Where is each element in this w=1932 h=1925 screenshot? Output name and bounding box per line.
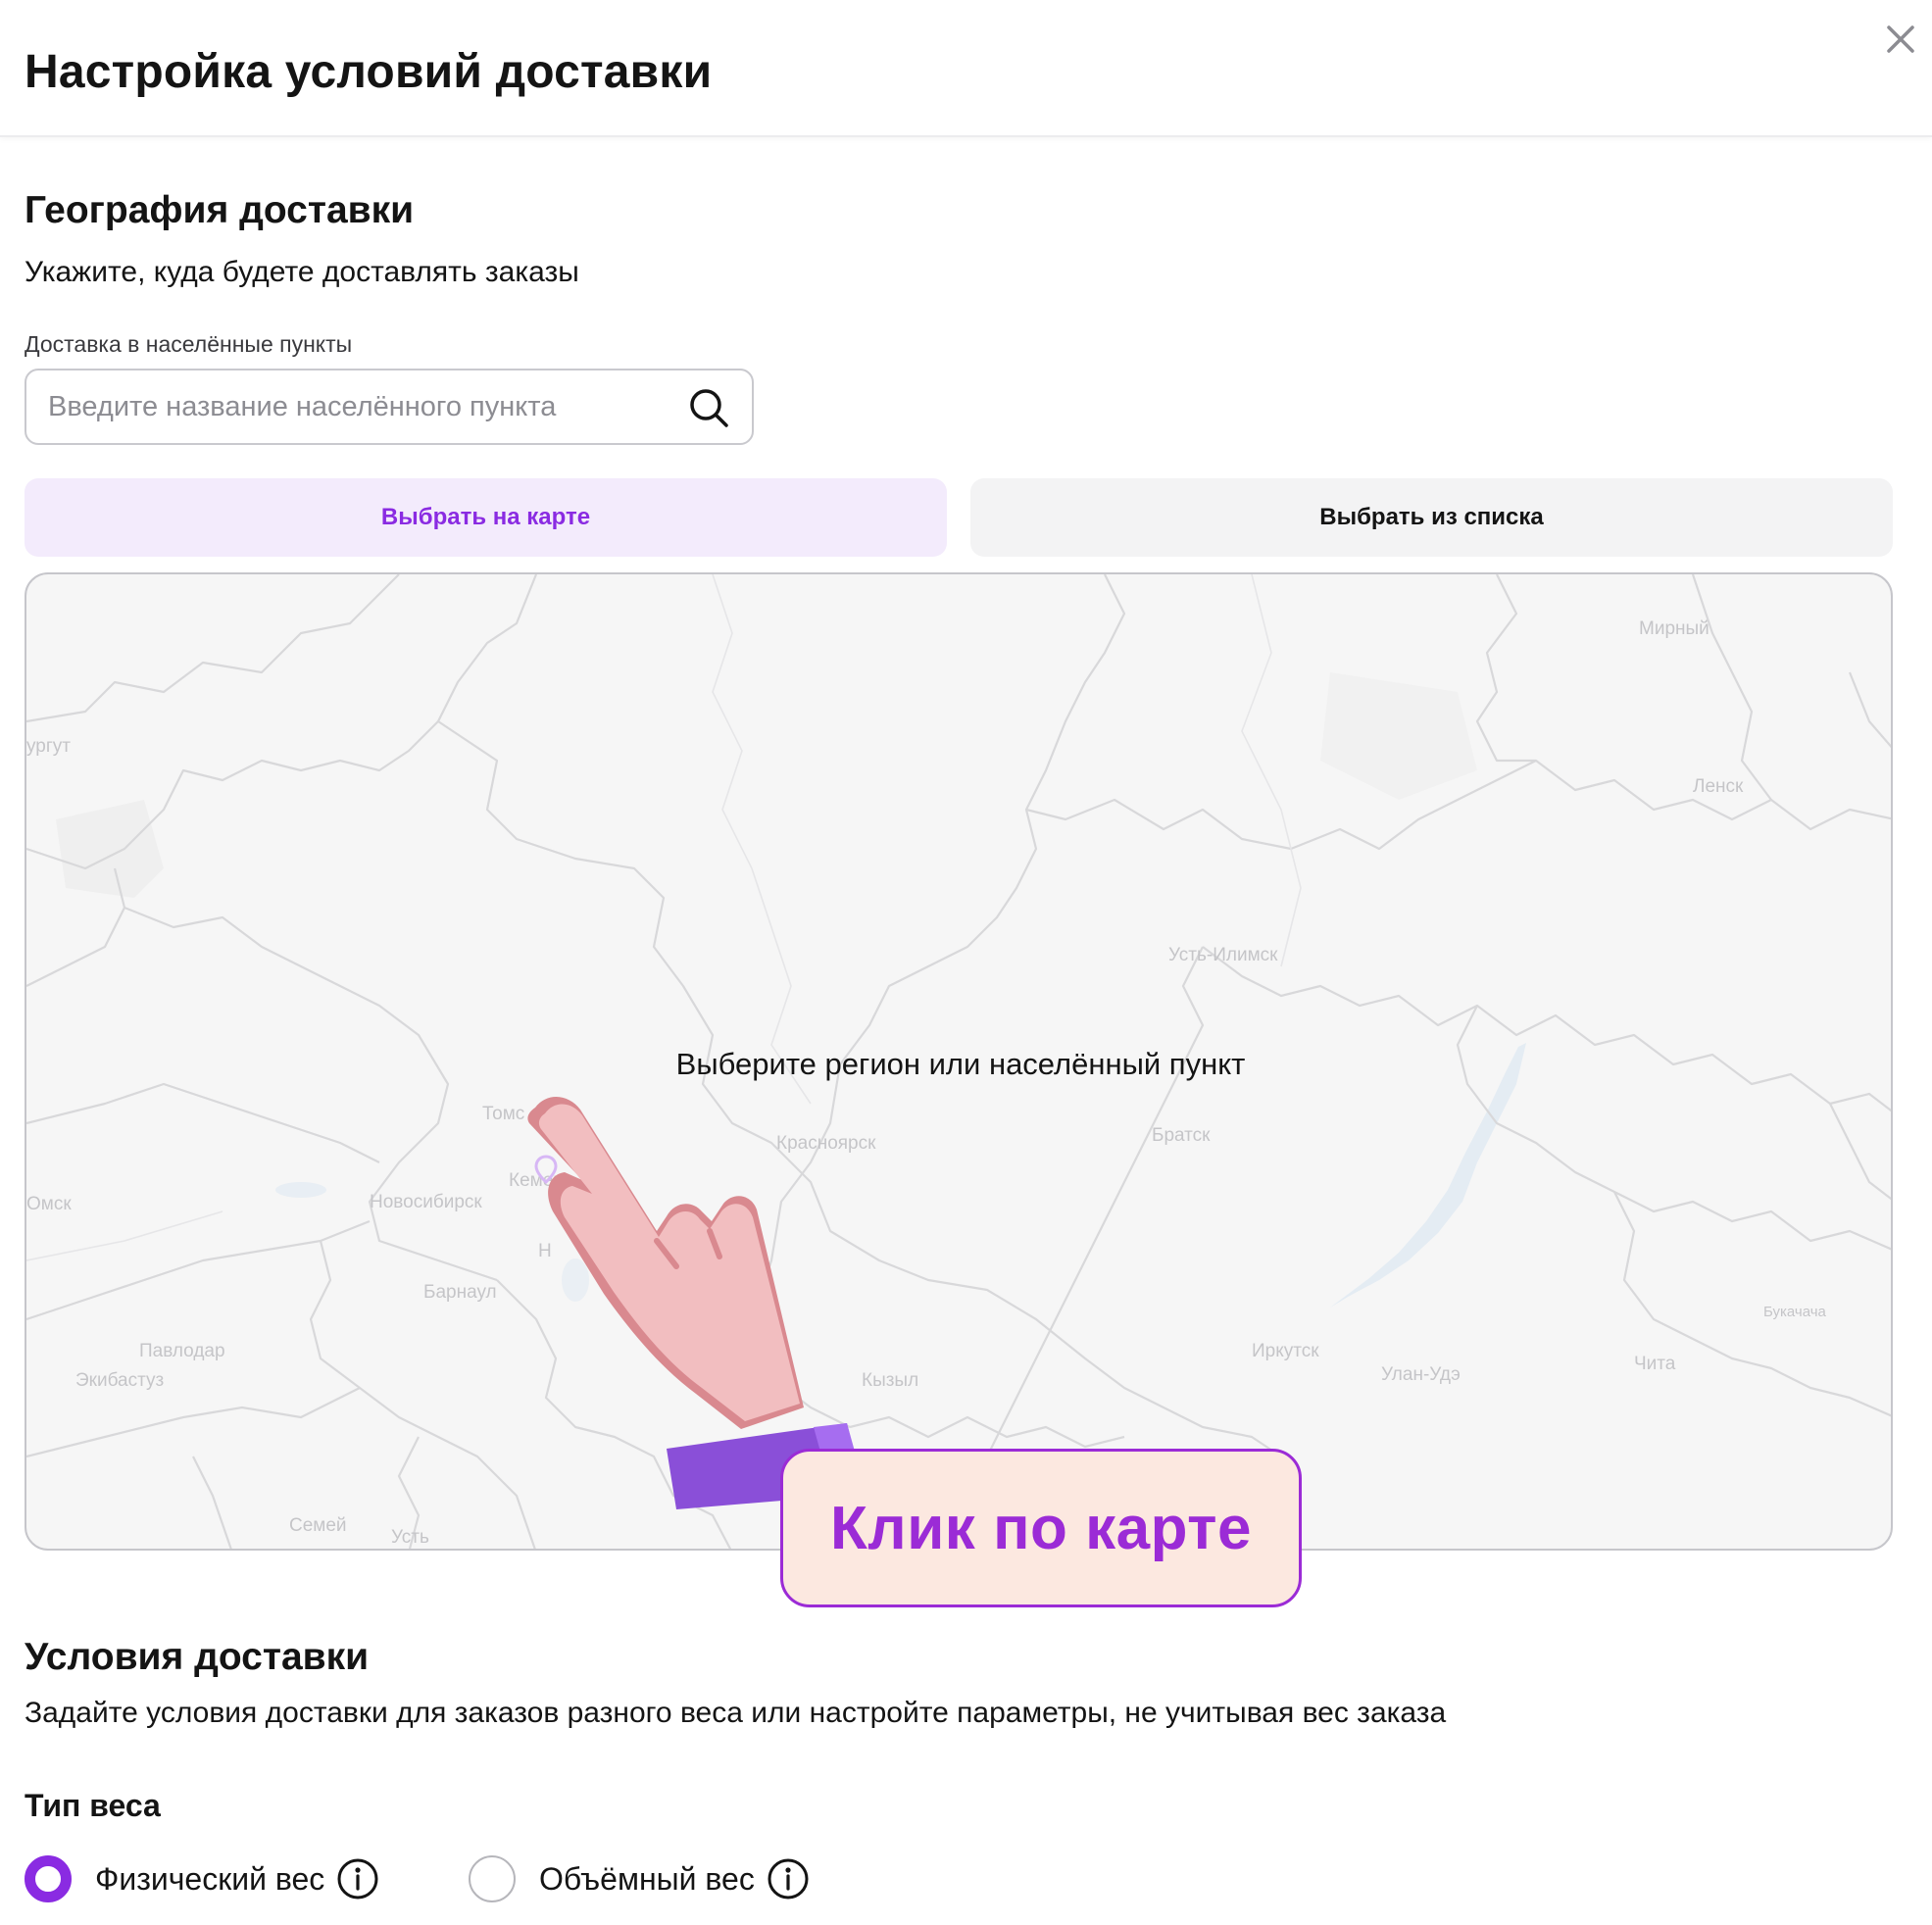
geography-title: География доставки — [25, 189, 415, 231]
map-city-label: ургут — [26, 736, 71, 757]
map-city-label: Павлодар — [139, 1341, 225, 1361]
radio-button-checked[interactable] — [25, 1855, 72, 1902]
map-city-label: Усть — [391, 1527, 429, 1548]
modal-title: Настройка условий доставки — [25, 46, 713, 98]
map-city-label: Кызыл — [862, 1370, 919, 1391]
map-city-label: Иркутск — [1252, 1341, 1319, 1361]
geography-subtitle: Укажите, куда будете доставлять заказы — [25, 256, 579, 288]
map-city-label: Братск — [1152, 1125, 1211, 1146]
close-icon — [1887, 25, 1914, 53]
info-icon[interactable] — [767, 1857, 810, 1900]
click-on-map-callout: Клик по карте — [780, 1449, 1302, 1607]
map-city-label: Чита — [1634, 1354, 1676, 1374]
delivery-conditions-title: Условия доставки — [25, 1636, 370, 1678]
map-city-label: Мирный — [1639, 618, 1709, 639]
radio-volumetric-weight[interactable]: Объёмный вес — [469, 1852, 810, 1905]
radio-label: Физический вес — [95, 1861, 325, 1897]
map-city-label: Букачача — [1763, 1304, 1826, 1320]
map-city-label: Усть-Илимск — [1168, 945, 1278, 965]
radio-physical-weight[interactable]: Физический вес — [25, 1852, 379, 1905]
weight-type-label: Тип веса — [25, 1788, 161, 1823]
map-city-label: Новосибирск — [370, 1192, 482, 1212]
modal-header: Настройка условий доставки — [0, 0, 1932, 137]
map-city-label: Экибастуз — [75, 1370, 165, 1391]
close-button[interactable] — [1883, 22, 1918, 57]
settlement-search-input[interactable] — [48, 370, 675, 443]
map-hint: Выберите регион или населённый пункт — [675, 1047, 1246, 1081]
delivery-conditions-subtitle: Задайте условия доставки для заказов раз… — [25, 1697, 1447, 1729]
tab-select-from-list[interactable]: Выбрать из списка — [970, 478, 1893, 557]
search-icon[interactable] — [687, 386, 730, 429]
settlement-search-field — [25, 369, 754, 445]
info-icon[interactable] — [336, 1857, 379, 1900]
tab-select-on-map[interactable]: Выбрать на карте — [25, 478, 947, 557]
delivery-map[interactable]: Мирный ургут Ленск Усть-Илимск Томс Крас… — [25, 572, 1893, 1551]
radio-button-unchecked[interactable] — [469, 1855, 516, 1902]
map-city-label: Омск — [26, 1194, 72, 1214]
radio-label: Объёмный вес — [539, 1861, 755, 1897]
map-city-label: Барнаул — [423, 1282, 497, 1303]
map-city-label: Семей — [289, 1515, 347, 1536]
map-city-label: Ленск — [1693, 776, 1744, 797]
map-city-label: Улан-Удэ — [1381, 1364, 1461, 1385]
settlement-field-label: Доставка в населённые пункты — [25, 331, 353, 357]
